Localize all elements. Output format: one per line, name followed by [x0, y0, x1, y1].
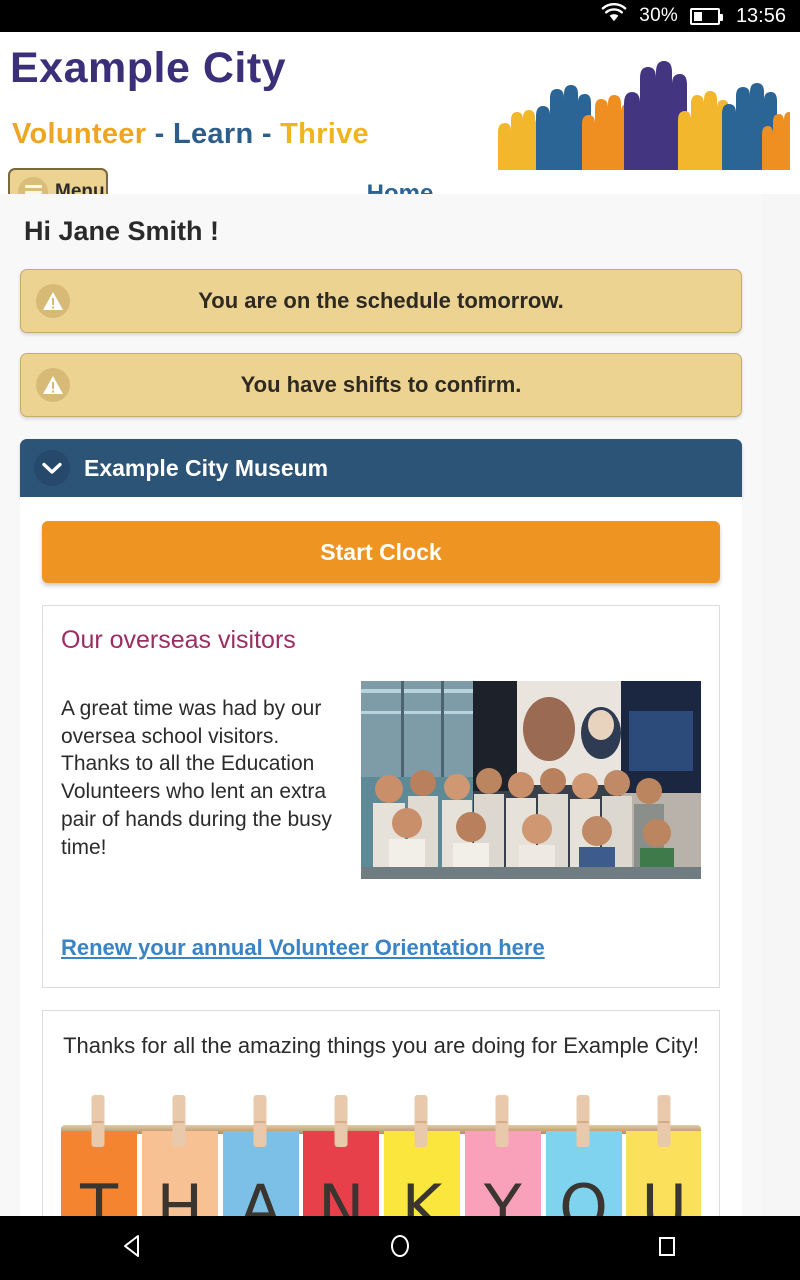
- clothespin-icon: [657, 1095, 671, 1147]
- nav-back-button[interactable]: [1, 1231, 265, 1266]
- news-card-photo: [361, 681, 701, 879]
- tagline-dash-2: -: [261, 118, 272, 150]
- wifi-icon: [601, 2, 627, 29]
- status-clock: 13:56: [735, 4, 786, 27]
- android-nav-bar: [0, 1216, 800, 1280]
- clothespin-icon: [172, 1095, 186, 1147]
- chevron-down-icon: [34, 450, 70, 486]
- raised-hands-logo: [498, 61, 790, 170]
- brand-tagline: Volunteer - Learn - Thrive: [12, 118, 369, 151]
- tagline-thrive: Thrive: [280, 118, 369, 150]
- recents-square-icon: [652, 1231, 682, 1266]
- content-panel: Hi Jane Smith ! You are on the schedule …: [0, 194, 762, 1216]
- start-clock-button[interactable]: Start Clock: [42, 521, 720, 583]
- status-bar: 30% 13:56: [0, 0, 800, 32]
- collapse-panel-title: Example City Museum: [84, 454, 329, 481]
- collapse-panel-body: Start Clock Our overseas visitors A grea…: [20, 497, 742, 1216]
- mobile-screen: 30% 13:56 Example City Volunteer - Learn…: [0, 0, 800, 1280]
- battery-icon: [689, 7, 723, 25]
- alert-banner-schedule[interactable]: You are on the schedule tomorrow.: [20, 269, 742, 333]
- app-header: Example City Volunteer - Learn - Thrive: [0, 32, 800, 216]
- collapse-panel-header[interactable]: Example City Museum: [20, 439, 742, 497]
- battery-percent-label: 30%: [639, 5, 678, 26]
- page-scroll-region[interactable]: Hi Jane Smith ! You are on the schedule …: [0, 194, 800, 1216]
- thank-you-message: Thanks for all the amazing things you ar…: [63, 1033, 699, 1058]
- alert-banner-shifts[interactable]: You have shifts to confirm.: [20, 353, 742, 417]
- clothespin-icon: [414, 1095, 428, 1147]
- clothespin-icon: [495, 1095, 509, 1147]
- nav-recents-button[interactable]: [535, 1231, 799, 1266]
- warning-icon: [36, 368, 70, 402]
- news-card: Our overseas visitors A great time was h…: [42, 605, 720, 988]
- news-card-title: Our overseas visitors: [61, 626, 296, 654]
- greeting-text: Hi Jane Smith !: [24, 216, 220, 246]
- volunteer-orientation-link[interactable]: Renew your annual Volunteer Orientation …: [61, 935, 545, 961]
- alert-text: You have shifts to confirm.: [240, 372, 522, 397]
- thank-you-card: Thanks for all the amazing things you ar…: [42, 1010, 720, 1216]
- tagline-volunteer: Volunteer: [12, 118, 147, 150]
- back-triangle-icon: [118, 1231, 148, 1266]
- brand-title: Example City: [10, 44, 287, 92]
- tagline-learn: Learn: [172, 118, 254, 150]
- clothespin-icon: [253, 1095, 267, 1147]
- thank-you-clothesline-image: THANKYOU: [61, 1085, 701, 1216]
- clothespin-icon: [334, 1095, 348, 1147]
- warning-icon: [36, 284, 70, 318]
- tagline-dash-1: -: [154, 118, 165, 150]
- alert-text: You are on the schedule tomorrow.: [198, 288, 564, 313]
- clothespin-icon: [91, 1095, 105, 1147]
- news-card-body: A great time was had by our oversea scho…: [61, 697, 332, 859]
- nav-home-button[interactable]: [268, 1231, 532, 1266]
- clothespin-icon: [576, 1095, 590, 1147]
- home-circle-icon: [385, 1231, 415, 1266]
